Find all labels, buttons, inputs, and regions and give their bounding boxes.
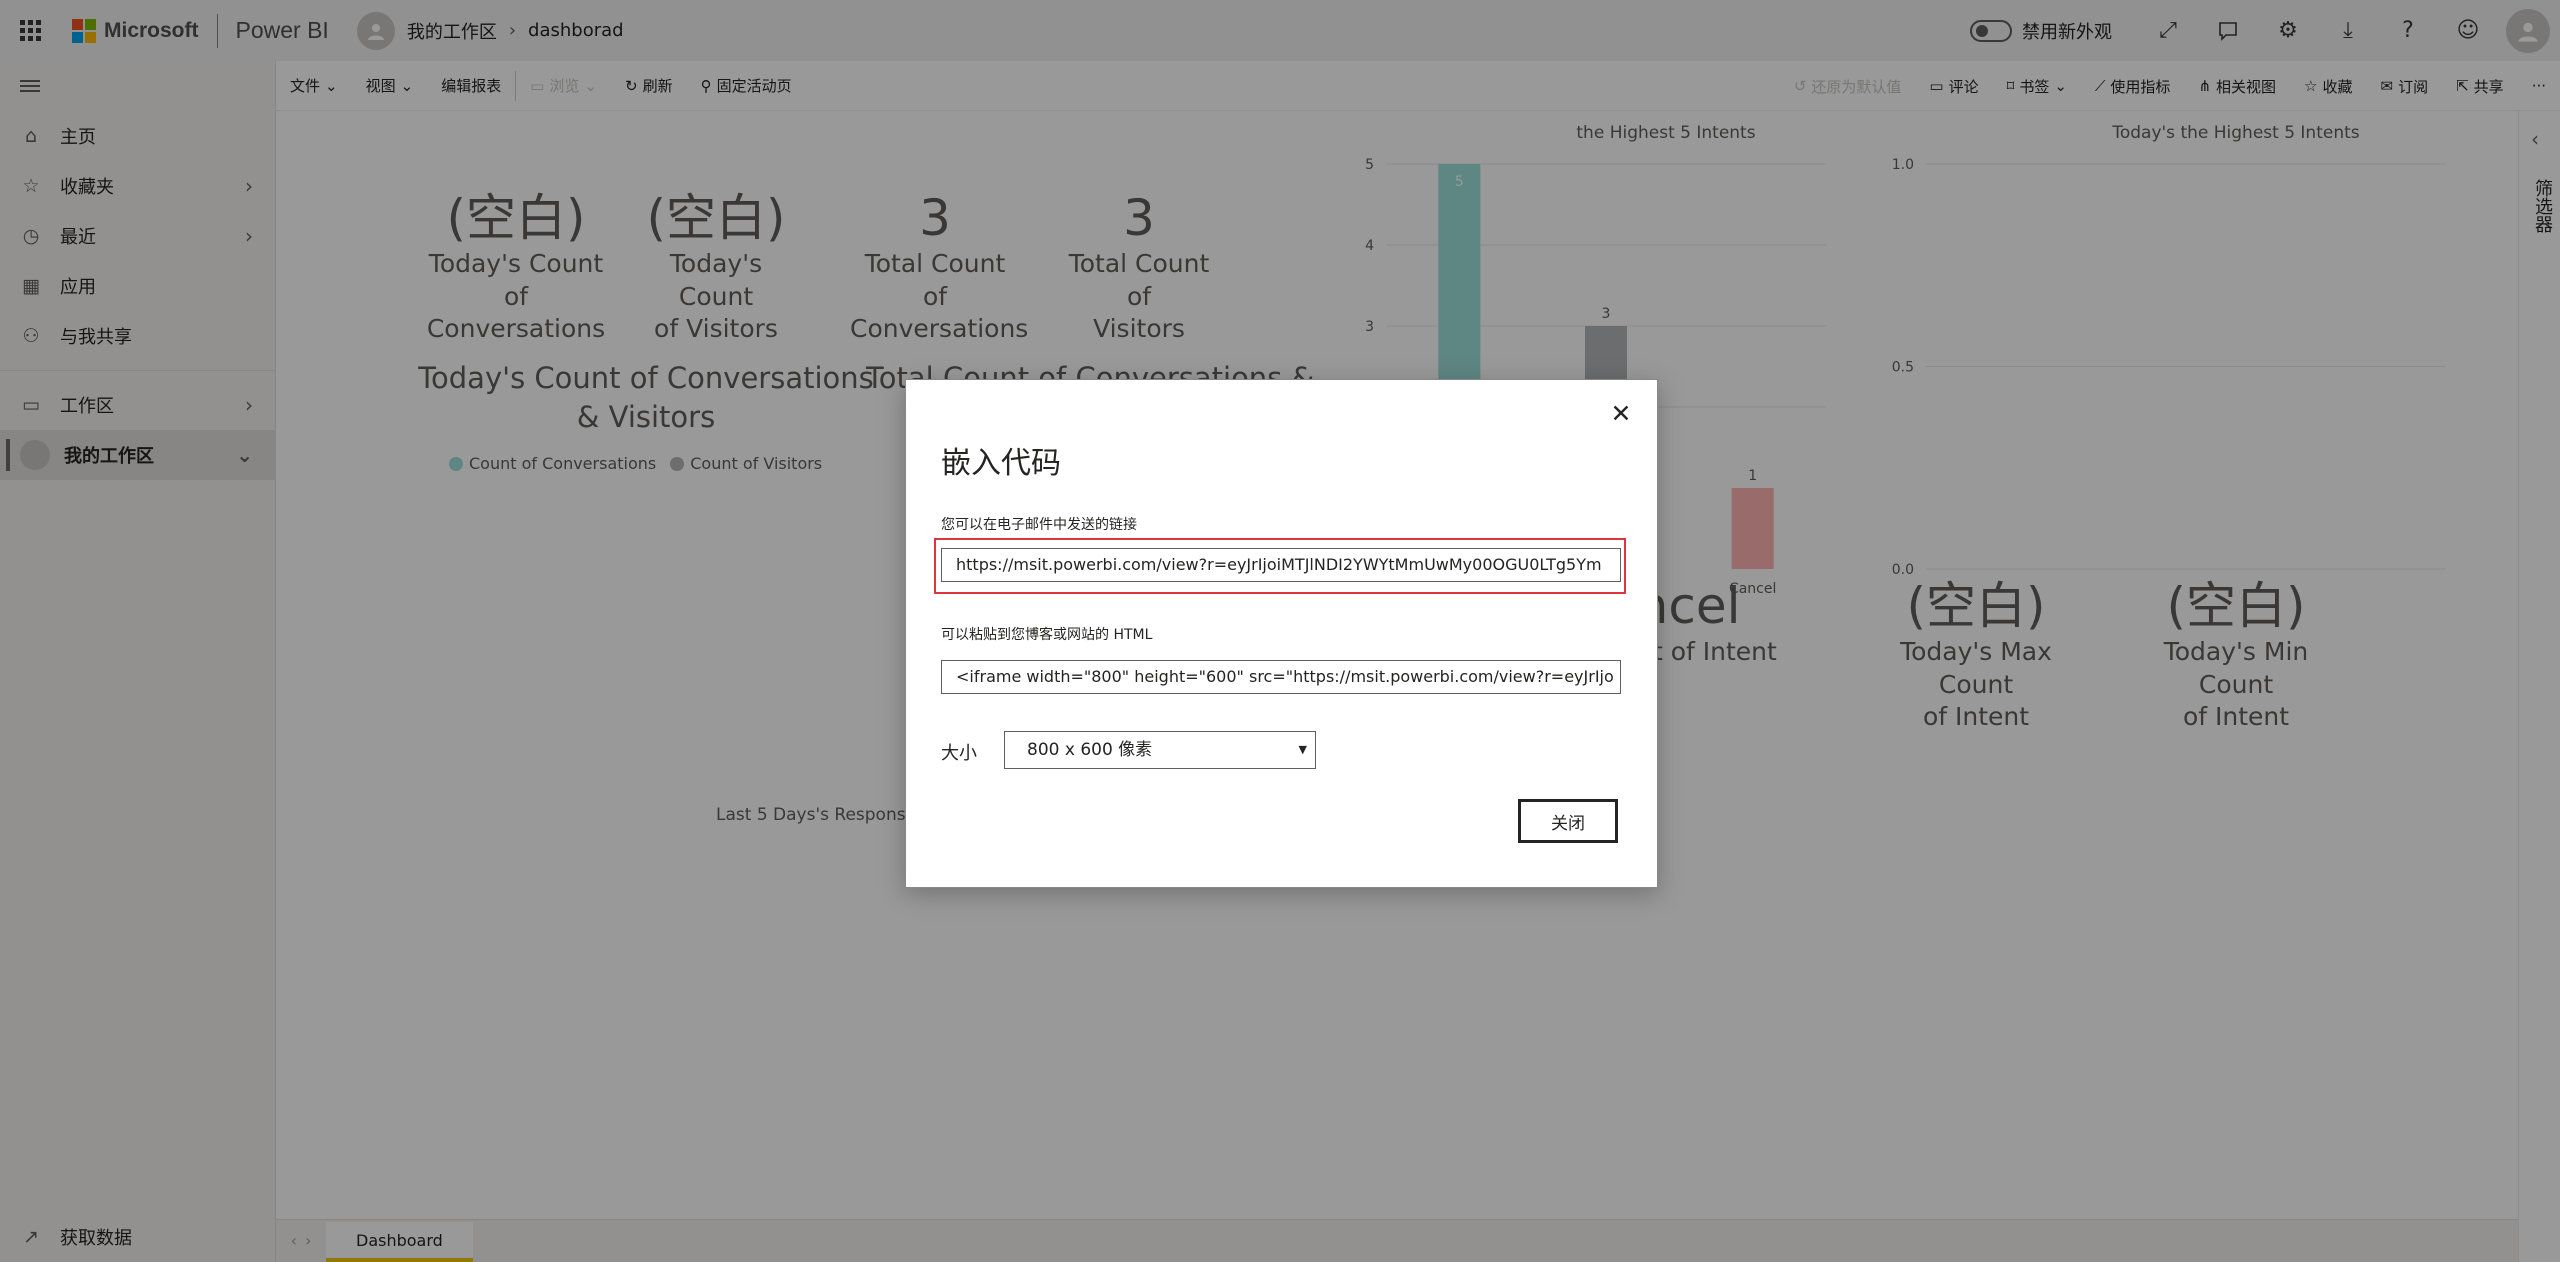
link-field[interactable]: https://msit.powerbi.com/view?r=eyJrIjoi…	[941, 548, 1621, 582]
size-select-value: 800 x 600 像素	[1027, 740, 1153, 760]
html-label: 可以粘贴到您博客或网站的 HTML	[941, 627, 1153, 643]
html-field[interactable]: <iframe width="800" height="600" src="ht…	[941, 660, 1621, 694]
close-button[interactable]: 关闭	[1518, 799, 1618, 843]
close-icon[interactable]: ✕	[1607, 400, 1635, 428]
embed-code-dialog: ✕ 嵌入代码 您可以在电子邮件中发送的链接 https://msit.power…	[905, 379, 1658, 888]
size-select[interactable]: 800 x 600 像素 ▼	[1004, 731, 1316, 769]
link-label: 您可以在电子邮件中发送的链接	[941, 517, 1137, 533]
size-label: 大小	[941, 743, 977, 764]
dialog-title: 嵌入代码	[941, 446, 1061, 481]
caret-down-icon: ▼	[1298, 743, 1307, 756]
